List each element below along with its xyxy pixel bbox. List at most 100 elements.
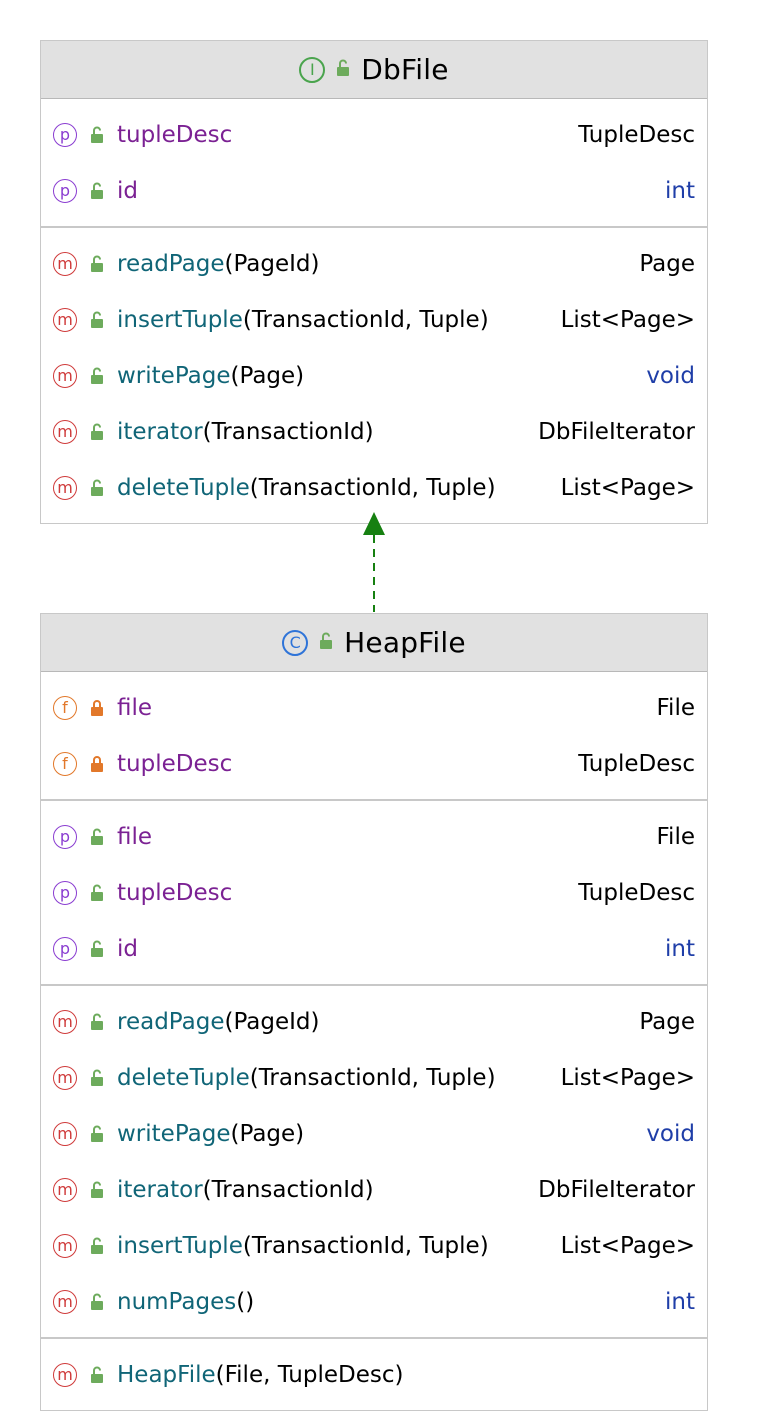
member-name: tupleDesc bbox=[117, 751, 233, 777]
member-signature: file bbox=[117, 695, 645, 721]
member-row[interactable]: m iterator(TransactionId) DbFileIterator bbox=[41, 404, 707, 460]
public-unlocked-icon bbox=[85, 311, 109, 329]
member-signature: tupleDesc bbox=[117, 122, 566, 148]
member-name: readPage bbox=[117, 1009, 225, 1035]
method-icon: m bbox=[53, 1066, 77, 1090]
class-box-heapfile[interactable]: C HeapFile f file File f tupleDesc TupleDesc p… bbox=[40, 613, 708, 1411]
member-name: readPage bbox=[117, 251, 225, 277]
member-sections: p tupleDesc TupleDesc p id int m readPage(PageI… bbox=[41, 99, 707, 523]
member-row[interactable]: m insertTuple(TransactionId, Tuple) List<P… bbox=[41, 1218, 707, 1274]
abstract-method-icon: m bbox=[53, 476, 77, 500]
member-parameters: (TransactionId) bbox=[202, 419, 374, 445]
member-row[interactable]: m deleteTuple(TransactionId, Tuple) List<P… bbox=[41, 1050, 707, 1106]
member-type: Page bbox=[639, 251, 695, 277]
member-section: p tupleDesc TupleDesc p id int bbox=[41, 99, 707, 228]
member-row[interactable]: m numPages() int bbox=[41, 1274, 707, 1330]
abstract-method-icon: m bbox=[53, 252, 77, 276]
member-name: file bbox=[117, 695, 153, 721]
class-title: DbFile bbox=[361, 53, 449, 86]
member-row[interactable]: m writePage(Page) void bbox=[41, 1106, 707, 1162]
member-name: insertTuple bbox=[117, 1233, 243, 1259]
member-type: TupleDesc bbox=[578, 122, 695, 148]
member-parameters: (TransactionId, Tuple) bbox=[242, 1233, 489, 1259]
member-signature: insertTuple(TransactionId, Tuple) bbox=[117, 1233, 549, 1259]
public-unlocked-icon bbox=[85, 1181, 109, 1199]
member-section: p file File p tupleDesc TupleDesc p id int bbox=[41, 801, 707, 986]
member-parameters: (File, TupleDesc) bbox=[215, 1362, 404, 1388]
class-header: I DbFile bbox=[41, 41, 707, 99]
member-name: id bbox=[117, 936, 138, 962]
member-row[interactable]: m deleteTuple(TransactionId, Tuple) List<P… bbox=[41, 460, 707, 516]
member-signature: writePage(Page) bbox=[117, 363, 634, 389]
member-section: f file File f tupleDesc TupleDesc bbox=[41, 672, 707, 801]
member-name: deleteTuple bbox=[117, 1065, 250, 1091]
member-signature: readPage(PageId) bbox=[117, 251, 627, 277]
implements-arrow bbox=[363, 512, 385, 612]
member-row[interactable]: m insertTuple(TransactionId, Tuple) List<P… bbox=[41, 292, 707, 348]
field-icon: f bbox=[53, 696, 77, 720]
member-row[interactable]: m readPage(PageId) Page bbox=[41, 994, 707, 1050]
member-signature: tupleDesc bbox=[117, 880, 566, 906]
public-unlocked-icon bbox=[85, 828, 109, 846]
public-unlocked-icon bbox=[85, 182, 109, 200]
member-name: insertTuple bbox=[117, 307, 243, 333]
member-row[interactable]: m iterator(TransactionId) DbFileIterator bbox=[41, 1162, 707, 1218]
member-row[interactable]: p tupleDesc TupleDesc bbox=[41, 865, 707, 921]
public-unlocked-icon bbox=[85, 1237, 109, 1255]
member-name: numPages bbox=[117, 1289, 237, 1315]
member-name: HeapFile bbox=[117, 1362, 216, 1388]
member-row[interactable]: m readPage(PageId) Page bbox=[41, 236, 707, 292]
class-header: C HeapFile bbox=[41, 614, 707, 672]
member-row[interactable]: p tupleDesc TupleDesc bbox=[41, 107, 707, 163]
public-unlocked-icon bbox=[85, 255, 109, 273]
public-unlocked-icon bbox=[85, 1293, 109, 1311]
public-unlocked-icon bbox=[85, 940, 109, 958]
abstract-method-icon: m bbox=[53, 420, 77, 444]
member-row[interactable]: m HeapFile(File, TupleDesc) bbox=[41, 1347, 707, 1403]
member-signature: id bbox=[117, 178, 653, 204]
method-icon: m bbox=[53, 1122, 77, 1146]
member-type: File bbox=[656, 824, 696, 850]
member-type: List<Page> bbox=[560, 1065, 695, 1091]
member-signature: id bbox=[117, 936, 653, 962]
private-lock-icon bbox=[85, 699, 109, 717]
method-icon: m bbox=[53, 1178, 77, 1202]
public-unlocked-icon bbox=[85, 1069, 109, 1087]
method-icon: m bbox=[53, 1010, 77, 1034]
member-name: iterator bbox=[117, 1177, 203, 1203]
public-unlocked-icon bbox=[85, 367, 109, 385]
member-section: m readPage(PageId) Page m deleteTuple(Transa… bbox=[41, 986, 707, 1339]
member-name: writePage bbox=[117, 363, 231, 389]
member-section: m HeapFile(File, TupleDesc) bbox=[41, 1339, 707, 1410]
unlocked-padlock-icon bbox=[318, 631, 334, 655]
unlocked-padlock-icon bbox=[335, 58, 351, 82]
member-row[interactable]: f file File bbox=[41, 680, 707, 736]
member-parameters: (TransactionId, Tuple) bbox=[249, 1065, 496, 1091]
member-parameters: (TransactionId) bbox=[202, 1177, 374, 1203]
member-row[interactable]: m writePage(Page) void bbox=[41, 348, 707, 404]
method-icon: m bbox=[53, 1363, 77, 1387]
member-type: Page bbox=[639, 1009, 695, 1035]
member-name: tupleDesc bbox=[117, 122, 233, 148]
method-icon: m bbox=[53, 1290, 77, 1314]
member-type: DbFileIterator bbox=[538, 419, 695, 445]
public-unlocked-icon bbox=[85, 1366, 109, 1384]
member-name: deleteTuple bbox=[117, 475, 250, 501]
public-unlocked-icon bbox=[85, 479, 109, 497]
class-icon: C bbox=[282, 629, 309, 656]
member-row[interactable]: p id int bbox=[41, 163, 707, 219]
arrow-head bbox=[363, 512, 385, 535]
interface-box-dbfile[interactable]: I DbFile p tupleDesc TupleDesc p id int m readP… bbox=[40, 40, 708, 524]
property-icon: p bbox=[53, 179, 77, 203]
member-type: int bbox=[665, 1289, 695, 1315]
member-type: void bbox=[646, 363, 695, 389]
member-type: TupleDesc bbox=[578, 880, 695, 906]
member-row[interactable]: f tupleDesc TupleDesc bbox=[41, 736, 707, 792]
member-row[interactable]: p file File bbox=[41, 809, 707, 865]
member-signature: deleteTuple(TransactionId, Tuple) bbox=[117, 475, 549, 501]
member-sections: f file File f tupleDesc TupleDesc p file File p tu… bbox=[41, 672, 707, 1410]
member-name: tupleDesc bbox=[117, 880, 233, 906]
member-signature: iterator(TransactionId) bbox=[117, 419, 526, 445]
member-row[interactable]: p id int bbox=[41, 921, 707, 977]
member-signature: numPages() bbox=[117, 1289, 653, 1315]
